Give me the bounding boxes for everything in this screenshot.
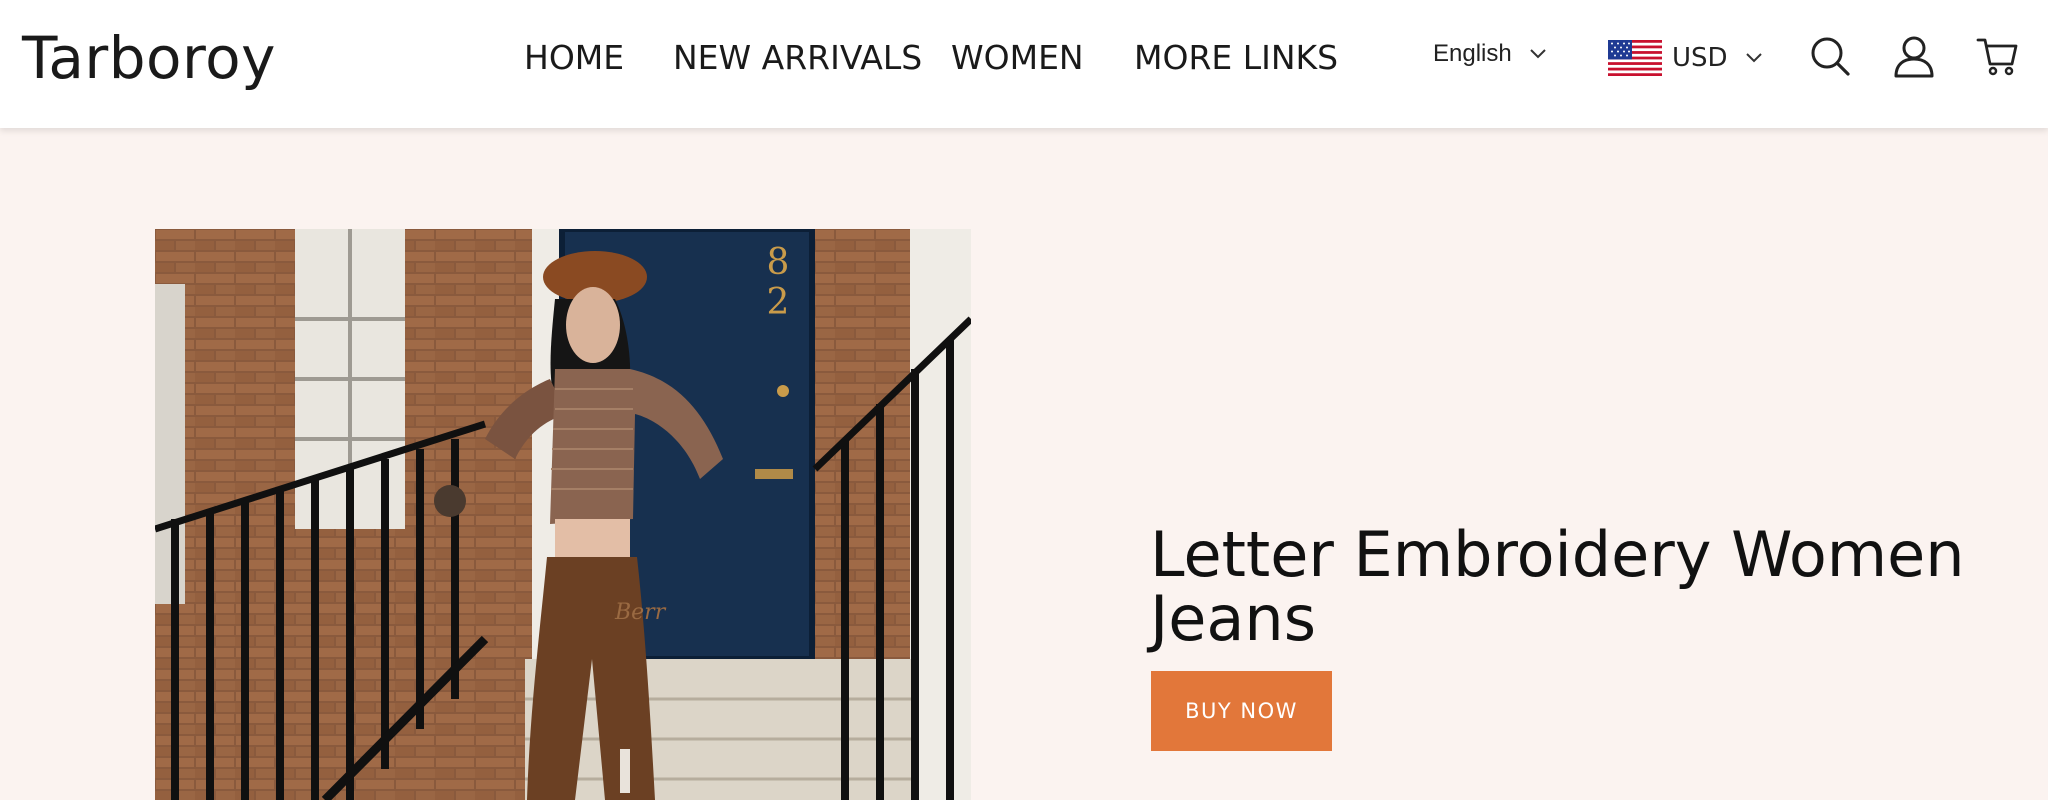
svg-text:2: 2 (767, 282, 790, 323)
nav-new-arrivals[interactable]: NEW ARRIVALS (673, 38, 922, 78)
search-button[interactable] (1808, 34, 1852, 78)
language-label: English (1433, 40, 1512, 67)
nav-women[interactable]: WOMEN (951, 38, 1084, 78)
site-logo[interactable]: Tarboroy (22, 22, 276, 94)
cart-icon (1976, 38, 2018, 76)
hero-banner: 8 2 Berr Letter Embroidery Women Jeans B… (0, 128, 2048, 800)
model-photo: 8 2 Berr (155, 229, 971, 800)
site-header: Tarboroy HOME NEW ARRIVALS WOMEN MORE LI… (0, 0, 2048, 128)
us-flag-icon (1608, 40, 1662, 76)
hero-headline: Letter Embroidery Women Jeans (1150, 518, 1965, 655)
cart-button[interactable] (1976, 34, 2020, 78)
account-button[interactable] (1892, 34, 1936, 78)
nav-more-links[interactable]: MORE LINKS (1134, 38, 1338, 78)
search-icon (1811, 37, 1850, 76)
currency-label: USD (1672, 43, 1728, 73)
buy-now-button[interactable]: BUY NOW (1151, 671, 1332, 751)
chevron-down-icon (1745, 53, 1762, 63)
user-icon (1894, 36, 1934, 78)
svg-text:Berr: Berr (614, 600, 667, 625)
nav-home[interactable]: HOME (524, 38, 624, 78)
hero-image[interactable]: 8 2 Berr (155, 229, 971, 800)
chevron-down-icon (1530, 49, 1546, 59)
language-selector[interactable]: English (1433, 40, 1546, 68)
currency-selector[interactable]: USD (1608, 40, 1762, 76)
svg-text:8: 8 (767, 242, 790, 283)
